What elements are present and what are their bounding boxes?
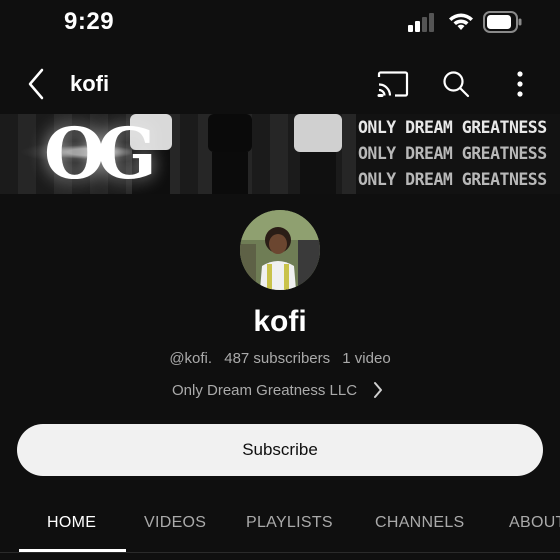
- channel-link-text: Only Dream Greatness LLC: [172, 381, 358, 399]
- subscribe-button[interactable]: Subscribe: [17, 424, 543, 476]
- banner-figure: [208, 114, 252, 194]
- status-time: 9:29: [64, 8, 115, 35]
- tab-about[interactable]: ABOUT: [509, 514, 560, 532]
- channel-link[interactable]: Only Dream Greatness LLC: [172, 380, 383, 400]
- more-options-button[interactable]: [502, 66, 538, 102]
- cellular-signal-icon: [408, 13, 434, 32]
- banner-text-line: ONLY DREAM GREATNESS: [358, 170, 547, 189]
- subscriber-count: 487 subscribers: [224, 350, 331, 367]
- chevron-left-icon: [28, 68, 44, 100]
- channel-avatar[interactable]: [240, 210, 320, 290]
- cast-icon: [377, 71, 409, 97]
- status-bar: 9:29: [0, 0, 560, 44]
- chevron-right-icon: [374, 382, 383, 398]
- tabs-divider: [0, 552, 560, 553]
- channel-name: kofi: [253, 305, 307, 338]
- app-bar-title: kofi: [70, 71, 110, 96]
- channel-tabs: HOME VIDEOS PLAYLISTS CHANNELS ABOUT: [0, 500, 560, 560]
- banner-figure: [294, 114, 342, 194]
- search-icon: [443, 71, 470, 98]
- search-button[interactable]: [438, 66, 474, 102]
- tab-playlists[interactable]: PLAYLISTS: [246, 514, 333, 532]
- more-vert-icon: [517, 71, 523, 97]
- banner-text-line: ONLY DREAM GREATNESS: [358, 118, 547, 137]
- back-button[interactable]: [18, 66, 54, 102]
- avatar-image: [240, 210, 320, 290]
- video-count: 1 video: [342, 350, 391, 367]
- tab-channels[interactable]: CHANNELS: [375, 514, 465, 532]
- wifi-icon: [449, 13, 473, 30]
- tab-home[interactable]: HOME: [47, 514, 96, 532]
- channel-banner: OG ONLY DREAM GREATNESS ONLY DREAM GREAT…: [0, 114, 560, 194]
- battery-icon: [483, 11, 522, 33]
- tab-videos[interactable]: VIDEOS: [144, 514, 206, 532]
- banner-text-line: ONLY DREAM GREATNESS: [358, 144, 547, 163]
- banner-logo: OG: [44, 114, 157, 194]
- channel-handle: @kofi.: [169, 350, 213, 367]
- app-bar: kofi: [0, 56, 560, 112]
- cast-button[interactable]: [375, 66, 411, 102]
- channel-meta: @kofi. 487 subscribers 1 video: [0, 350, 560, 367]
